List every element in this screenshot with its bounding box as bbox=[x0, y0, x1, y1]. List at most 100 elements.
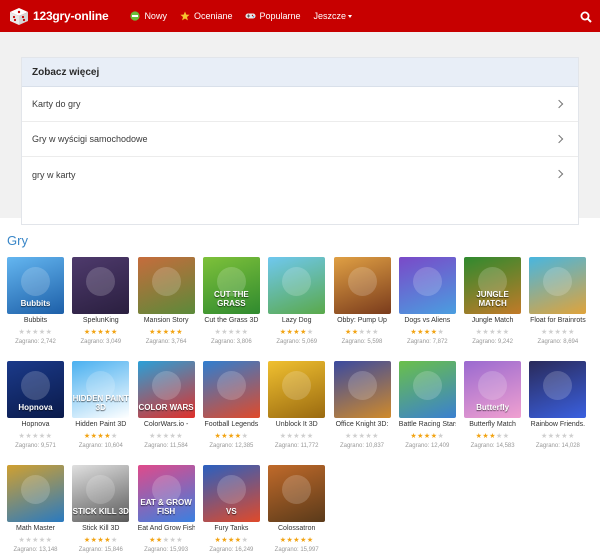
game-card[interactable]: Colossatron ★★★★★ Zagrano: 15,997 bbox=[268, 465, 326, 560]
game-thumbnail[interactable] bbox=[268, 465, 326, 522]
game-title[interactable]: Obby: Pump Up bbox=[334, 316, 391, 326]
nav-item-new[interactable]: Nowy bbox=[130, 11, 167, 21]
game-card[interactable]: CUT THE GRASS Cut the Grass 3D ★★★★★ Zagran… bbox=[202, 257, 260, 352]
game-thumbnail[interactable]: Bubbits bbox=[7, 257, 64, 314]
search-icon bbox=[580, 11, 592, 23]
rating-stars: ★★★★★ bbox=[399, 432, 456, 441]
game-thumbnail[interactable]: HIDDEN PAINT 3D bbox=[72, 361, 130, 418]
game-title[interactable]: Rainbow Friends. bbox=[529, 420, 586, 430]
star-icon: ★ bbox=[228, 329, 235, 336]
game-card[interactable]: Bubbits Bubbits ★★★★★ Zagrano: 2,742 bbox=[7, 257, 64, 352]
game-card[interactable]: Float for Brainrots ★★★★★ Zagrano: 8,694 bbox=[529, 257, 587, 352]
game-card[interactable]: Butterfly Butterfly Match ★★★★★ Zagrano: 14… bbox=[464, 361, 522, 456]
game-thumbnail[interactable] bbox=[529, 257, 587, 314]
play-count: Zagrano: 7,872 bbox=[406, 339, 448, 345]
game-card[interactable]: JUNGLE MATCH Jungle Match ★★★★★ Zagrano: 9,… bbox=[464, 257, 522, 352]
game-title[interactable]: Football Legends bbox=[203, 420, 260, 430]
game-thumbnail[interactable]: COLOR WARS bbox=[137, 361, 195, 418]
game-title[interactable]: Butterfly Match bbox=[464, 420, 521, 430]
game-thumbnail[interactable] bbox=[529, 361, 587, 418]
new-badge-icon bbox=[130, 11, 141, 21]
star-icon: ★ bbox=[228, 537, 235, 544]
game-title[interactable]: Dogs vs Aliens bbox=[399, 316, 456, 326]
game-title[interactable]: Math Master bbox=[7, 524, 64, 534]
game-thumbnail[interactable] bbox=[268, 257, 326, 314]
game-title[interactable]: Hidden Paint 3D bbox=[72, 420, 129, 430]
nav-item-popular[interactable]: Popularne bbox=[245, 11, 301, 21]
play-count: Zagrano: 3,049 bbox=[80, 339, 122, 345]
game-thumbnail[interactable] bbox=[137, 257, 195, 314]
nav-label-new: Nowy bbox=[144, 11, 167, 21]
game-card[interactable]: Office Knight 3D: ★★★★★ Zagrano: 10,837 bbox=[333, 361, 391, 456]
game-card[interactable]: SpelunKing ★★★★★ Zagrano: 3,049 bbox=[72, 257, 130, 352]
game-thumbnail[interactable]: VS bbox=[202, 465, 260, 522]
game-title[interactable]: Cut the Grass 3D bbox=[203, 316, 260, 326]
game-title[interactable]: Jungle Match bbox=[464, 316, 521, 326]
game-card[interactable]: Unblock It 3D ★★★★★ Zagrano: 11,772 bbox=[268, 361, 326, 456]
game-thumbnail[interactable]: JUNGLE MATCH bbox=[464, 257, 522, 314]
game-card[interactable]: STICK KILL 3D Stick Kill 3D ★★★★★ Zagrano: … bbox=[72, 465, 130, 560]
game-thumbnail[interactable] bbox=[7, 465, 64, 522]
game-title[interactable]: Float for Brainrots bbox=[529, 316, 586, 326]
play-count: Zagrano: 8,694 bbox=[537, 339, 579, 345]
play-count: Zagrano: 15,846 bbox=[78, 547, 123, 553]
game-card[interactable]: Obby: Pump Up ★★★★★ Zagrano: 5,598 bbox=[333, 257, 391, 352]
game-thumbnail[interactable]: STICK KILL 3D bbox=[72, 465, 130, 522]
game-thumbnail[interactable] bbox=[398, 361, 456, 418]
game-thumbnail[interactable]: CUT THE GRASS bbox=[202, 257, 260, 314]
game-title[interactable]: ColorWars.io - bbox=[138, 420, 195, 430]
game-title[interactable]: Battle Racing Stars bbox=[399, 420, 456, 430]
game-thumbnail[interactable]: EAT & GROW FISH bbox=[137, 465, 195, 522]
game-thumbnail[interactable] bbox=[333, 361, 391, 418]
panel-link-cards[interactable]: gry w karty bbox=[22, 157, 578, 192]
game-card[interactable]: HIDDEN PAINT 3D Hidden Paint 3D ★★★★★ Zagra… bbox=[72, 361, 130, 456]
game-card[interactable]: Football Legends ★★★★★ Zagrano: 12,385 bbox=[202, 361, 260, 456]
game-title[interactable]: Lazy Dog bbox=[268, 316, 325, 326]
game-card[interactable]: COLOR WARS ColorWars.io - ★★★★★ Zagrano: 11… bbox=[137, 361, 195, 456]
game-thumbnail[interactable]: Butterfly bbox=[464, 361, 522, 418]
game-thumbnail[interactable] bbox=[398, 257, 456, 314]
game-thumbnail[interactable]: Hopnova bbox=[7, 361, 64, 418]
game-card[interactable]: Hopnova Hopnova ★★★★★ Zagrano: 9,571 bbox=[7, 361, 64, 456]
game-title[interactable]: Hopnova bbox=[7, 420, 64, 430]
thumbnail-art bbox=[282, 371, 312, 400]
search-button[interactable] bbox=[580, 10, 592, 23]
game-thumbnail[interactable] bbox=[202, 361, 260, 418]
game-card[interactable]: Lazy Dog ★★★★★ Zagrano: 5,069 bbox=[268, 257, 326, 352]
game-title[interactable]: Bubbits bbox=[7, 316, 64, 326]
thumbnail-art bbox=[478, 371, 508, 400]
game-title[interactable]: Mansion Story bbox=[138, 316, 195, 326]
play-count: Zagrano: 14,028 bbox=[535, 443, 580, 449]
panel-link-car-racing[interactable]: Gry w wyścigi samochodowe bbox=[22, 122, 578, 157]
game-title[interactable]: SpelunKing bbox=[72, 316, 129, 326]
play-count: Zagrano: 12,385 bbox=[209, 443, 254, 449]
thumbnail-caption: EAT & GROW FISH bbox=[140, 498, 192, 516]
panel-link-card-games[interactable]: Karty do gry bbox=[22, 87, 578, 122]
game-card[interactable]: Dogs vs Aliens ★★★★★ Zagrano: 7,872 bbox=[398, 257, 456, 352]
thumbnail-art bbox=[21, 475, 50, 504]
game-thumbnail[interactable] bbox=[72, 257, 130, 314]
game-title[interactable]: Stick Kill 3D bbox=[72, 524, 129, 534]
star-icon: ★ bbox=[32, 329, 39, 336]
nav-item-rated[interactable]: Oceniane bbox=[180, 11, 232, 21]
game-card[interactable]: Rainbow Friends. ★★★★★ Zagrano: 14,028 bbox=[529, 361, 587, 456]
game-card[interactable]: Math Master ★★★★★ Zagrano: 13,148 bbox=[7, 465, 64, 560]
play-count: Zagrano: 3,806 bbox=[211, 339, 252, 345]
nav-item-more[interactable]: Jeszcze bbox=[314, 11, 353, 21]
game-title[interactable]: Unblock It 3D bbox=[268, 420, 325, 430]
play-count: Zagrano: 3,764 bbox=[145, 339, 187, 345]
game-card[interactable]: EAT & GROW FISH Eat And Grow Fish ★★★★★ Zag… bbox=[137, 465, 195, 560]
logo[interactable]: 123gry-online bbox=[8, 6, 109, 26]
game-title[interactable]: Colossatron bbox=[268, 524, 325, 534]
game-thumbnail[interactable] bbox=[268, 361, 326, 418]
thumbnail-art bbox=[151, 267, 181, 296]
game-title[interactable]: Eat And Grow Fish bbox=[138, 524, 195, 534]
game-title[interactable]: Fury Tanks bbox=[203, 524, 260, 534]
game-card[interactable]: Battle Racing Stars ★★★★★ Zagrano: 12,409 bbox=[398, 361, 456, 456]
star-icon: ★ bbox=[110, 433, 118, 440]
game-thumbnail[interactable] bbox=[333, 257, 391, 314]
star-icon: ★ bbox=[38, 433, 46, 440]
game-card[interactable]: VS Fury Tanks ★★★★★ Zagrano: 16,249 bbox=[202, 465, 260, 560]
game-title[interactable]: Office Knight 3D: bbox=[334, 420, 391, 430]
game-card[interactable]: Mansion Story ★★★★★ Zagrano: 3,764 bbox=[137, 257, 195, 352]
